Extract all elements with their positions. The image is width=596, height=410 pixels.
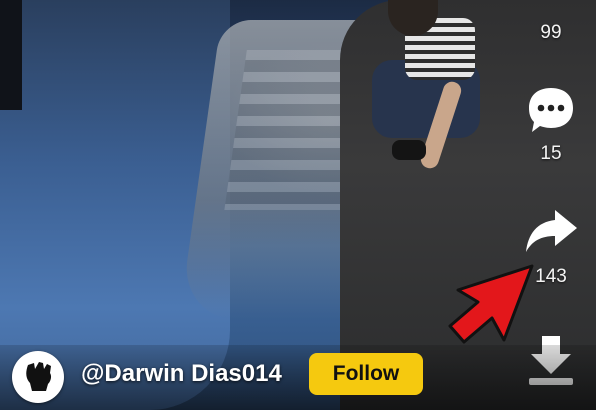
comment-count: 15 <box>540 143 562 164</box>
author-avatar[interactable] <box>12 351 64 403</box>
follow-button[interactable]: Follow <box>309 353 423 395</box>
like-action[interactable]: 99 <box>506 22 596 44</box>
share-arrow-icon[interactable] <box>506 206 596 256</box>
red-arrow-icon <box>448 264 534 344</box>
comment-bubble-icon[interactable] <box>506 84 596 136</box>
person-shoe <box>392 140 426 160</box>
edge-shadow <box>0 0 22 110</box>
comment-action[interactable]: 15 <box>506 84 596 165</box>
author-username[interactable]: @Darwin Dias014 <box>81 360 282 388</box>
like-count: 99 <box>540 22 562 43</box>
raised-fist-icon <box>14 353 62 401</box>
